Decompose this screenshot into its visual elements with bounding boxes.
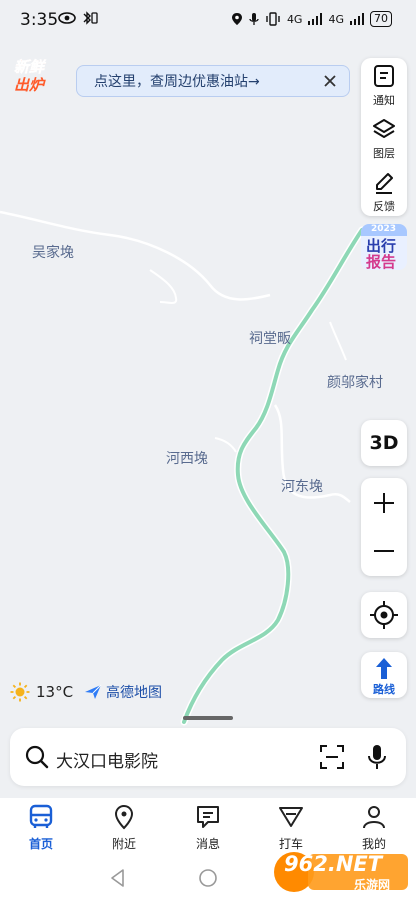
notify-button[interactable]: 通知 — [361, 58, 407, 110]
feedback-button[interactable]: 反馈 — [361, 164, 407, 216]
report-line2: 报告 — [366, 253, 397, 270]
map-roads — [0, 210, 366, 726]
back-icon[interactable] — [108, 868, 128, 888]
feedback-label: 反馈 — [373, 200, 395, 213]
travel-report-badge[interactable]: 2023 出行 报告 — [361, 224, 407, 270]
place-label: 吴家堍 — [32, 245, 74, 261]
weather-temp: 13°C — [36, 683, 74, 701]
brand-logo: 高德地图 — [84, 682, 162, 702]
place-label: 祠堂畈 — [249, 331, 291, 347]
site-watermark: 962.NET 乐游网 — [272, 846, 412, 896]
fresh-badge[interactable]: 新鲜 出炉 — [10, 56, 54, 94]
sun-icon — [10, 682, 30, 702]
route-button[interactable]: 路线 — [361, 652, 407, 698]
crosshair-icon — [370, 601, 398, 629]
status-left-icons — [58, 11, 98, 25]
search-input[interactable]: 大汉口电影院 — [56, 747, 158, 772]
layers-button[interactable]: 图层 — [361, 111, 407, 163]
tab-taxi[interactable]: 打车 — [261, 804, 321, 852]
drawer-handle[interactable] — [183, 716, 233, 720]
tab-messages[interactable]: 消息 — [178, 804, 238, 852]
signal-icon-2 — [350, 13, 364, 25]
location-status-icon — [231, 13, 242, 25]
tab-home[interactable]: 首页 — [11, 804, 71, 852]
scan-icon[interactable] — [319, 744, 345, 770]
zoom-in-icon[interactable] — [361, 478, 407, 527]
locate-button[interactable] — [361, 592, 407, 638]
eye-icon — [58, 12, 76, 24]
tab-messages-label: 消息 — [195, 837, 220, 851]
fresh-badge-line2: 出炉 — [14, 76, 45, 94]
status-time: 3:35 — [20, 10, 59, 30]
place-label: 颜邬家村 — [327, 375, 383, 391]
zoom-out-icon[interactable] — [361, 527, 407, 576]
amap-logo-icon — [85, 684, 102, 699]
microphone-icon[interactable] — [366, 743, 388, 771]
search-icon — [25, 745, 49, 769]
mic-status-icon — [249, 13, 259, 25]
profile-icon — [363, 806, 385, 829]
bluetooth-battery-icon — [83, 11, 98, 25]
network-label-2: 4G — [328, 12, 344, 26]
location-pin-icon — [114, 804, 134, 830]
layers-icon — [373, 119, 395, 138]
tab-home-label: 首页 — [28, 837, 53, 851]
place-label: 河东堍 — [281, 479, 323, 495]
place-label: 河西堍 — [166, 451, 208, 467]
weather-widget[interactable]: 13°C — [10, 682, 73, 702]
route-label: 路线 — [373, 683, 395, 696]
home-icon[interactable] — [198, 868, 218, 888]
tab-nearby-label: 附近 — [111, 837, 136, 851]
watermark-brand: 962.NET — [284, 852, 383, 876]
zoom-control — [361, 478, 407, 576]
network-label-1: 4G — [286, 12, 303, 26]
vibrate-icon — [266, 12, 280, 26]
close-icon[interactable] — [321, 72, 339, 90]
route-arrow-icon — [376, 658, 392, 679]
bus-icon — [29, 804, 53, 828]
notification-icon — [374, 65, 394, 87]
report-year: 2023 — [371, 224, 397, 234]
side-tool-panel: 通知 图层 反馈 — [361, 58, 407, 216]
edit-pen-icon — [376, 173, 393, 194]
notify-label: 通知 — [373, 94, 395, 107]
status-right-icons: 4G 4G 70 — [231, 11, 392, 27]
status-bar: 3:35 4G 4G 70 — [0, 0, 416, 40]
battery-icon: 70 — [370, 11, 392, 27]
watermark-sub: 乐游网 — [354, 878, 391, 892]
signal-icon — [308, 13, 323, 25]
brand-name: 高德地图 — [106, 685, 162, 701]
promo-banner-text: 点这里，查周边优惠油站→ — [94, 74, 260, 90]
taxi-icon — [279, 807, 303, 827]
3d-label: 3D — [369, 432, 399, 454]
tab-nearby[interactable]: 附近 — [94, 804, 154, 852]
promo-banner[interactable]: 点这里，查周边优惠油站→ — [76, 65, 350, 97]
search-bar[interactable]: 大汉口电影院 — [10, 728, 406, 786]
map-canvas[interactable]: 吴家堍 祠堂畈 颜邬家村 河西堍 河东堍 — [0, 40, 416, 790]
3d-toggle-button[interactable]: 3D — [361, 420, 407, 466]
layers-label: 图层 — [373, 147, 395, 160]
message-icon — [197, 806, 219, 828]
tab-profile[interactable]: 我的 — [344, 804, 404, 852]
